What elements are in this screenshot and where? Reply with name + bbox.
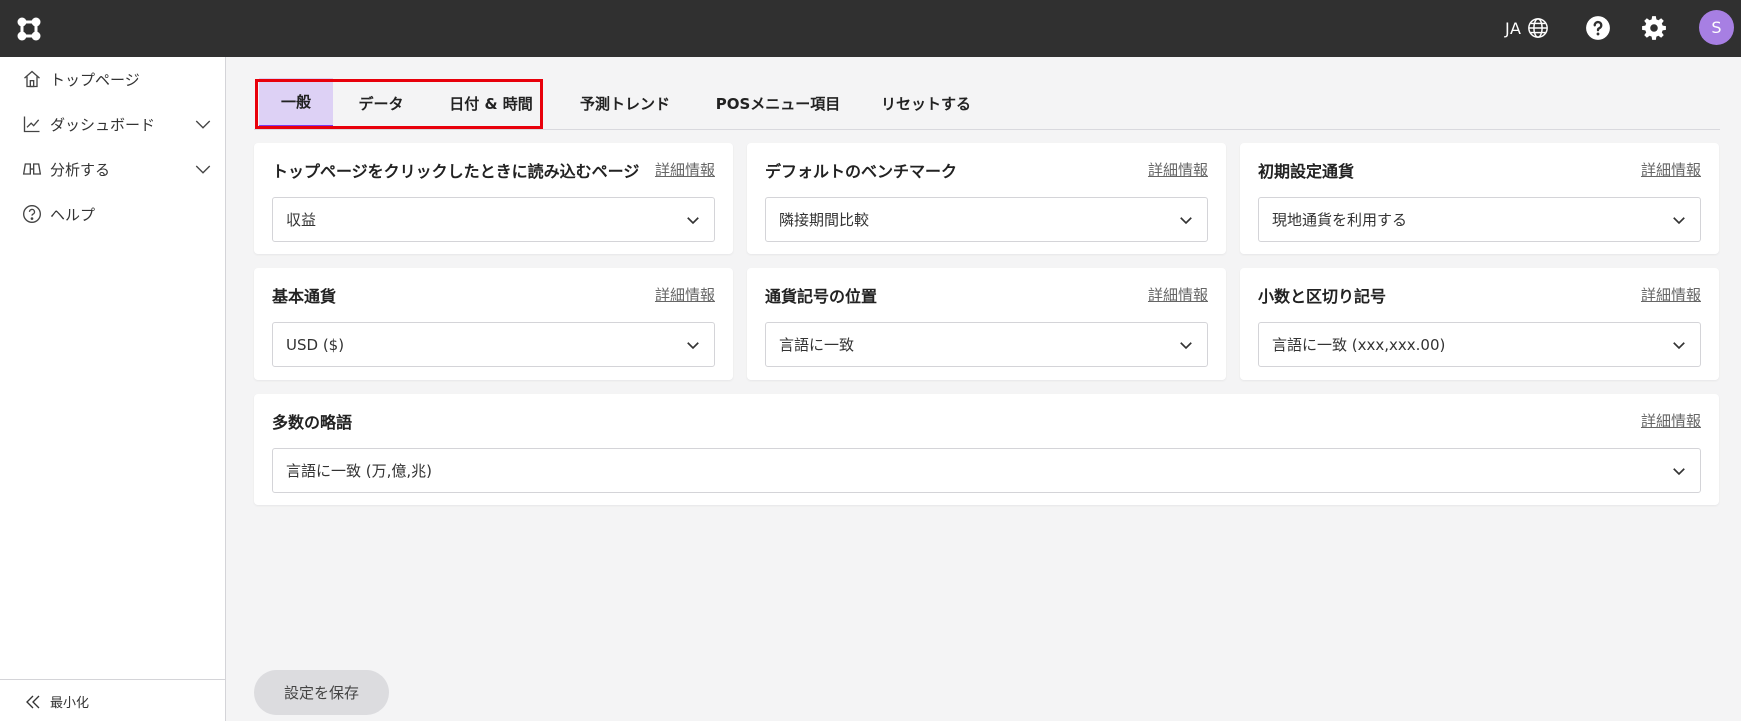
- details-link[interactable]: 詳細情報: [1641, 410, 1701, 431]
- default-benchmark-select[interactable]: 隣接期間比較: [765, 197, 1208, 242]
- setting-card-large-number-abbreviation: 多数の略語 詳細情報 言語に一致 (万,億,兆): [254, 394, 1719, 505]
- decimal-separator-select[interactable]: 言語に一致 (xxx,xxx.00): [1258, 322, 1701, 367]
- select-value: 現地通貨を利用する: [1272, 211, 1408, 229]
- sidebar-item-label: 分析する: [50, 160, 111, 179]
- language-switcher[interactable]: JA: [1505, 17, 1549, 39]
- details-link[interactable]: 詳細情報: [655, 284, 715, 305]
- details-link[interactable]: 詳細情報: [1148, 159, 1208, 180]
- minimize-button[interactable]: 最小化: [24, 692, 89, 711]
- chevron-down-icon: [1180, 342, 1192, 350]
- chevron-down-icon: [687, 217, 699, 225]
- setting-title: 基本通貨: [272, 287, 337, 306]
- sidebar-item-label: ヘルプ: [50, 205, 96, 224]
- chevron-down-icon: [1180, 217, 1192, 225]
- base-currency-select[interactable]: USD ($): [272, 322, 715, 367]
- setting-card-default-benchmark: デフォルトのベンチマーク 詳細情報 隣接期間比較: [747, 143, 1226, 254]
- setting-card-base-currency: 基本通貨 詳細情報 USD ($): [254, 268, 733, 380]
- initial-currency-select[interactable]: 現地通貨を利用する: [1258, 197, 1701, 242]
- select-value: 言語に一致 (xxx,xxx.00): [1272, 336, 1446, 354]
- setting-title: 通貨記号の位置: [765, 287, 878, 306]
- sidebar-item-label: ダッシュボード: [50, 115, 156, 134]
- chevron-down-icon: [1673, 217, 1685, 225]
- tab-forecast-trend[interactable]: 予測トレンド: [560, 78, 690, 128]
- large-number-abbreviation-select[interactable]: 言語に一致 (万,億,兆): [272, 448, 1701, 493]
- details-link[interactable]: 詳細情報: [655, 159, 715, 180]
- top-bar: JA S: [0, 0, 1741, 57]
- avatar[interactable]: S: [1699, 10, 1734, 45]
- minimize-label: 最小化: [50, 696, 90, 711]
- setting-card-landing-page: トップページをクリックしたときに読み込むページ 詳細情報 収益: [254, 143, 733, 254]
- binoculars-icon: [22, 163, 42, 175]
- chart-line-icon: [23, 116, 40, 133]
- setting-title: 小数と区切り記号: [1258, 287, 1387, 306]
- setting-card-decimal-separator: 小数と区切り記号 詳細情報 言語に一致 (xxx,xxx.00): [1240, 268, 1719, 380]
- select-value: USD ($): [286, 335, 345, 354]
- setting-title: 初期設定通貨: [1258, 162, 1355, 181]
- select-value: 収益: [286, 211, 317, 229]
- sidebar-footer: 最小化: [0, 679, 225, 721]
- chevron-down-icon: [1673, 342, 1685, 350]
- chevron-down-icon[interactable]: [194, 115, 212, 133]
- home-icon: [24, 70, 40, 88]
- sidebar: トップページ ダッシュボード 分析する ヘルプ 最小化: [0, 57, 226, 721]
- help-circle-icon: [23, 205, 41, 223]
- highlight-box: [255, 79, 543, 129]
- setting-title: トップページをクリックしたときに読み込むページ: [272, 162, 640, 181]
- landing-page-select[interactable]: 収益: [272, 197, 715, 242]
- details-link[interactable]: 詳細情報: [1148, 284, 1208, 305]
- setting-card-initial-currency: 初期設定通貨 詳細情報 現地通貨を利用する: [1240, 143, 1719, 254]
- save-settings-button[interactable]: 設定を保存: [254, 670, 389, 715]
- setting-title: 多数の略語: [272, 413, 353, 432]
- tab-reset[interactable]: リセットする: [868, 78, 984, 128]
- sidebar-item-label: トップページ: [50, 70, 140, 89]
- currency-symbol-position-select[interactable]: 言語に一致: [765, 322, 1208, 367]
- sidebar-item-top-page[interactable]: トップページ: [22, 67, 212, 91]
- chevron-down-icon: [1673, 468, 1685, 476]
- select-value: 言語に一致: [779, 336, 855, 354]
- select-value: 隣接期間比較: [779, 211, 870, 229]
- select-value: 言語に一致 (万,億,兆): [286, 462, 433, 480]
- gear-icon[interactable]: [1641, 15, 1667, 41]
- chevron-down-icon[interactable]: [194, 160, 212, 178]
- app-logo-icon[interactable]: [14, 14, 44, 44]
- chevron-down-icon: [687, 342, 699, 350]
- sidebar-item-analyze[interactable]: 分析する: [22, 157, 212, 181]
- sidebar-item-help[interactable]: ヘルプ: [22, 202, 212, 226]
- language-code: JA: [1505, 18, 1522, 38]
- help-icon[interactable]: [1585, 15, 1611, 41]
- tab-pos-menu-items[interactable]: POSメニュー項目: [706, 78, 850, 128]
- double-chevron-left-icon: [26, 695, 40, 708]
- globe-icon: [1528, 18, 1549, 38]
- details-link[interactable]: 詳細情報: [1641, 159, 1701, 180]
- details-link[interactable]: 詳細情報: [1641, 284, 1701, 305]
- setting-card-currency-symbol-position: 通貨記号の位置 詳細情報 言語に一致: [747, 268, 1226, 380]
- setting-title: デフォルトのベンチマーク: [765, 162, 958, 181]
- sidebar-item-dashboard[interactable]: ダッシュボード: [22, 112, 212, 136]
